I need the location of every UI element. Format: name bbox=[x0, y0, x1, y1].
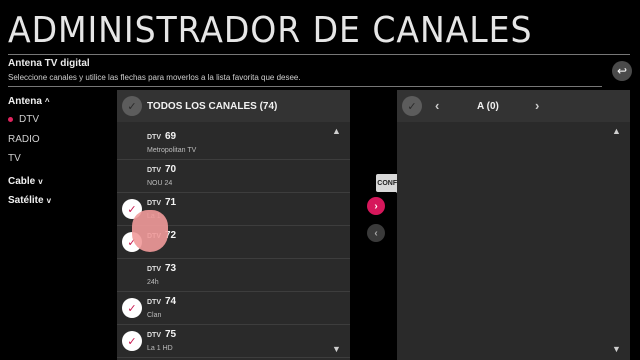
sidebar-item-label: Satélite bbox=[8, 195, 44, 206]
channel-type: DTV bbox=[147, 266, 161, 273]
select-all-button[interactable]: ✓ bbox=[122, 96, 142, 116]
sidebar-item-label: Antena bbox=[8, 96, 42, 107]
move-right-button[interactable]: › bbox=[367, 197, 385, 215]
panel-title: TODOS LOS CANALES (74) bbox=[147, 101, 278, 112]
channel-checkbox[interactable]: ✓ bbox=[122, 298, 142, 318]
channel-checkbox[interactable]: ✓ bbox=[122, 331, 142, 351]
checkmark-icon: ✓ bbox=[127, 335, 137, 348]
favorite-list-title: A (0) bbox=[477, 101, 499, 112]
selected-dot-icon bbox=[8, 116, 13, 122]
channel-name: La 1 HD bbox=[147, 345, 173, 352]
channel-row[interactable]: DTV 69 Metropolitan TV bbox=[117, 126, 350, 160]
sidebar-item-radio[interactable]: RADIO bbox=[8, 134, 40, 145]
chevron-down-icon: v bbox=[38, 177, 43, 186]
channel-number: 69 bbox=[165, 131, 177, 142]
sidebar-item-label: Cable bbox=[8, 176, 36, 187]
back-button[interactable]: ↩ bbox=[612, 61, 632, 81]
channel-type: DTV bbox=[147, 299, 161, 306]
checkmark-icon: ✓ bbox=[127, 203, 137, 216]
sidebar-item-label: RADIO bbox=[8, 134, 40, 145]
pointer-hand-icon bbox=[132, 210, 168, 252]
channel-row[interactable]: DTV 73 24h bbox=[117, 258, 350, 292]
channel-name: Metropolitan TV bbox=[147, 147, 197, 154]
page-subtitle: Antena TV digital bbox=[8, 58, 90, 69]
checkmark-icon: ✓ bbox=[127, 100, 137, 113]
next-list-button[interactable]: › bbox=[535, 98, 539, 113]
channel-number: 74 bbox=[165, 296, 177, 307]
prev-list-button[interactable]: ‹ bbox=[435, 98, 439, 113]
channel-number: 73 bbox=[165, 263, 177, 274]
channel-name: 24h bbox=[147, 279, 159, 286]
hint-divider bbox=[8, 86, 602, 87]
channel-name: Clan bbox=[147, 312, 162, 319]
sidebar-item-satelite[interactable]: Satélite v bbox=[8, 195, 51, 206]
favorites-panel: ✓ ‹ A (0) › ▲ ▼ bbox=[397, 90, 630, 360]
sidebar-item-antena[interactable]: Antena ^ bbox=[8, 96, 50, 107]
arrow-left-icon: ‹ bbox=[374, 227, 378, 239]
chevron-up-icon: ^ bbox=[44, 97, 50, 106]
instruction-text: Seleccione canales y utilice las flechas… bbox=[8, 73, 301, 82]
sidebar-item-dtv[interactable]: DTV bbox=[8, 114, 39, 125]
panel-header: ✓ ‹ A (0) › bbox=[397, 90, 630, 122]
title-divider bbox=[8, 54, 630, 55]
scroll-down-icon[interactable]: ▼ bbox=[612, 344, 621, 354]
channel-type: DTV bbox=[147, 200, 161, 207]
move-left-button[interactable]: ‹ bbox=[367, 224, 385, 242]
arrow-right-icon: › bbox=[374, 200, 378, 212]
checkmark-icon: ✓ bbox=[407, 100, 417, 113]
panel-header: ✓ TODOS LOS CANALES (74) bbox=[117, 90, 350, 122]
scroll-up-icon[interactable]: ▲ bbox=[612, 126, 621, 136]
channel-number: 70 bbox=[165, 164, 177, 175]
channel-name: NOU 24 bbox=[147, 180, 173, 187]
channel-number: 71 bbox=[165, 197, 177, 208]
sidebar-item-label: DTV bbox=[19, 114, 39, 125]
channel-type: DTV bbox=[147, 134, 161, 141]
channel-type: DTV bbox=[147, 332, 161, 339]
sidebar-item-cable[interactable]: Cable v bbox=[8, 176, 43, 187]
back-icon: ↩ bbox=[616, 64, 628, 78]
channel-number: 75 bbox=[165, 329, 177, 340]
select-all-favorites-button[interactable]: ✓ bbox=[402, 96, 422, 116]
channel-row[interactable]: ✓ DTV 75 La 1 HD bbox=[117, 324, 350, 358]
sidebar-item-tv[interactable]: TV bbox=[8, 153, 21, 164]
channel-row[interactable]: DTV 70 NOU 24 bbox=[117, 159, 350, 193]
channel-row[interactable]: ✓ DTV 74 Clan bbox=[117, 291, 350, 325]
page-title: ADMINISTRADOR DE CANALES bbox=[8, 10, 533, 51]
checkmark-icon: ✓ bbox=[127, 302, 137, 315]
channel-type: DTV bbox=[147, 167, 161, 174]
chevron-down-icon: v bbox=[46, 196, 52, 205]
sidebar-item-label: TV bbox=[8, 153, 21, 164]
scroll-down-icon[interactable]: ▼ bbox=[332, 344, 341, 354]
